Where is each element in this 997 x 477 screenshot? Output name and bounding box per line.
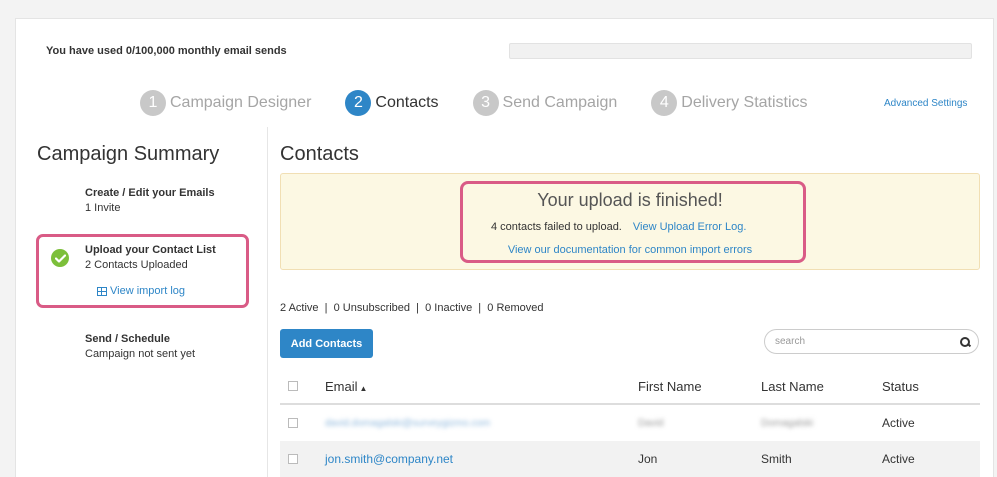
usage-text: You have used 0/100,000 monthly email se… [46,45,287,57]
last-name-cell: Domagalski [761,417,814,429]
select-all-checkbox[interactable] [288,381,298,391]
advanced-settings-link[interactable]: Advanced Settings [884,98,967,109]
campaign-card: You have used 0/100,000 monthly email se… [15,18,994,477]
column-label: Email [325,378,358,394]
step-send-campaign[interactable]: 3 Send Campaign [472,90,618,116]
step-number: 4 [651,90,678,116]
search-input[interactable] [775,336,960,347]
contacts-table: Email ▲ First Name Last Name Status david… [280,369,980,477]
step-label: Delivery Statistics [681,94,808,111]
status-cell: Active [882,416,915,430]
column-status[interactable]: Status [882,379,980,394]
email-link[interactable]: jon.smith@company.net [325,452,638,466]
table-header-row: Email ▲ First Name Last Name Status [280,369,980,405]
search-box [764,329,979,354]
column-first-name[interactable]: First Name [638,379,761,394]
step-campaign-designer[interactable]: 1 Campaign Designer [140,90,311,116]
add-contacts-button[interactable]: Add Contacts [280,329,373,358]
sort-asc-icon: ▲ [359,383,368,393]
usage-progress-bar [509,43,972,59]
page-title: Contacts [280,143,359,165]
summary-item-title: Create / Edit your Emails [85,187,215,199]
first-name-cell: Jon [638,452,658,466]
summary-item-send-schedule: Send / Schedule Campaign not sent yet [85,333,195,360]
campaign-summary-sidebar: Campaign Summary Create / Edit your Emai… [16,127,268,477]
first-name-cell: David [638,417,664,429]
summary-item-title: Send / Schedule [85,333,170,345]
step-number: 3 [472,90,499,116]
table-row: jon.smith@company.net Jon Smith Active [280,441,980,477]
status-cell: Active [882,452,915,466]
step-contacts[interactable]: 2 Contacts [345,90,439,116]
step-number: 2 [345,90,372,116]
last-name-cell: Smith [761,452,792,466]
table-row: david.domagalski@surveygizmo.com David D… [280,405,980,441]
summary-item-emails: Create / Edit your Emails 1 Invite [85,187,215,214]
step-label: Campaign Designer [170,94,312,111]
step-delivery-statistics[interactable]: 4 Delivery Statistics [651,90,808,116]
search-icon[interactable] [960,336,970,347]
step-label: Send Campaign [502,94,618,111]
row-checkbox[interactable] [288,454,298,464]
sidebar-title: Campaign Summary [37,143,220,165]
column-last-name[interactable]: Last Name [761,379,882,394]
step-number: 1 [140,90,166,116]
summary-item-sub: Campaign not sent yet [85,348,196,360]
summary-item-sub: 1 Invite [85,202,121,214]
contact-counts: 2 Active | 0 Unsubscribed | 0 Inactive |… [280,302,544,314]
step-label: Contacts [375,94,439,111]
highlight-box [460,181,806,263]
highlight-box [36,234,249,308]
wizard-steps: 1 Campaign Designer 2 Contacts 3 Send Ca… [140,90,842,116]
row-checkbox[interactable] [288,418,298,428]
email-link[interactable]: david.domagalski@surveygizmo.com [325,418,638,429]
column-email[interactable]: Email ▲ [325,379,638,394]
